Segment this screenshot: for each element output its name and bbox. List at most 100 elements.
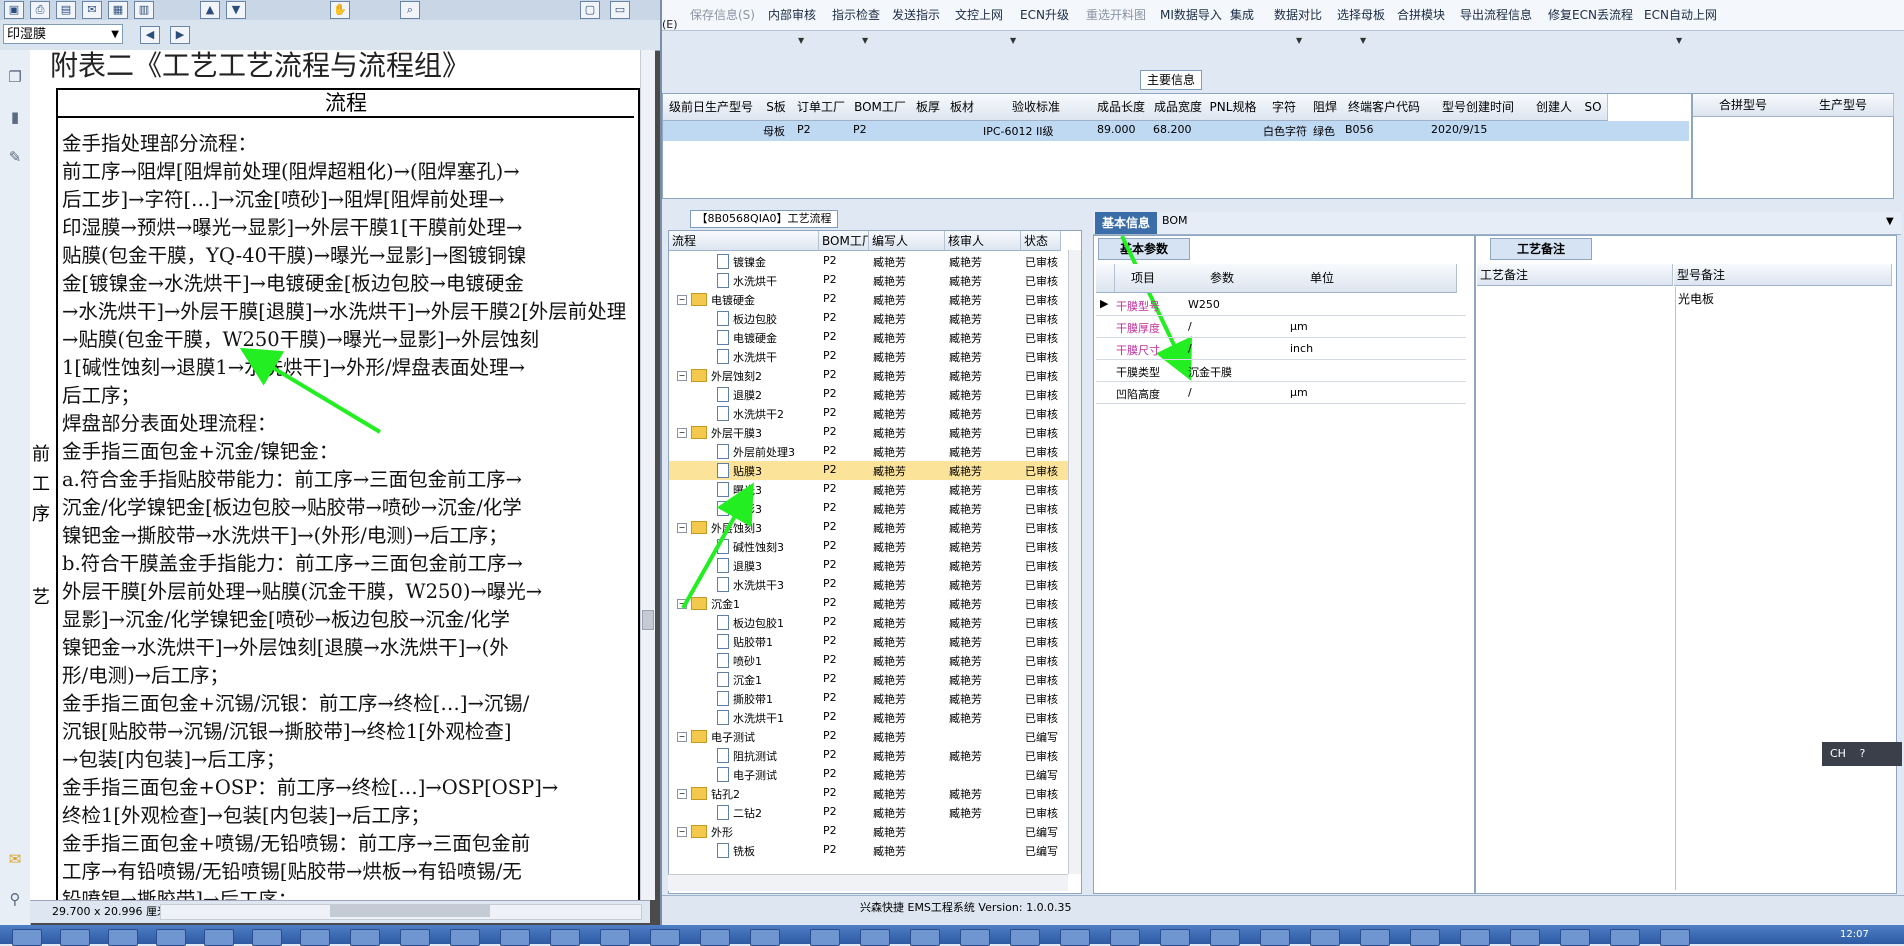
chevron-down-icon[interactable]: ▼ bbox=[1010, 36, 1016, 45]
menu-item[interactable]: ECN升级 bbox=[1020, 6, 1069, 23]
print-icon[interactable]: ⎙ bbox=[30, 1, 50, 19]
chevron-down-icon[interactable]: ▼ bbox=[1360, 36, 1366, 45]
main-grid-header[interactable]: 阻焊 bbox=[1309, 94, 1342, 121]
tree-row[interactable]: − 外形 P2 臧艳芳 已编写 bbox=[669, 822, 1069, 841]
taskbar-app-button[interactable] bbox=[960, 929, 990, 946]
menu-item[interactable]: 指示检查 bbox=[832, 6, 880, 23]
menu-item[interactable]: 导出流程信息 bbox=[1460, 6, 1532, 23]
param-value[interactable]: / bbox=[1188, 386, 1192, 399]
tree-header[interactable]: 核审人 bbox=[945, 231, 1021, 251]
taskbar-app-button[interactable] bbox=[810, 929, 840, 946]
ime-toolbar[interactable]: CH ? bbox=[1822, 742, 1902, 766]
tree-row[interactable]: 显影3 P2 臧艳芳 臧艳芳 已审核 bbox=[669, 499, 1069, 518]
tree-row[interactable]: − 沉金1 P2 臧艳芳 臧艳芳 已审核 bbox=[669, 594, 1069, 613]
taskbar-app-button[interactable] bbox=[450, 929, 480, 946]
param-row[interactable]: 凹陷高度 / μm bbox=[1096, 382, 1466, 404]
chevron-down-icon[interactable]: ▼ bbox=[862, 36, 868, 45]
menu-item[interactable]: MI数据导入 bbox=[1160, 6, 1222, 23]
main-grid-cell[interactable]: 母板 bbox=[763, 123, 785, 139]
tab-bom[interactable]: BOM bbox=[1162, 214, 1188, 227]
expand-toggle-icon[interactable]: − bbox=[677, 732, 687, 742]
taskbar-app-button[interactable] bbox=[550, 929, 580, 946]
param-value[interactable]: 沉金干膜 bbox=[1188, 364, 1232, 380]
taskbar-app-button[interactable] bbox=[1410, 929, 1440, 946]
expand-toggle-icon[interactable]: − bbox=[677, 599, 687, 609]
taskbar-app-button[interactable] bbox=[1010, 929, 1040, 946]
tree-row[interactable]: 水洗烘干 P2 臧艳芳 臧艳芳 已审核 bbox=[669, 271, 1069, 290]
param-value[interactable]: / bbox=[1188, 320, 1192, 333]
taskbar-app-button[interactable] bbox=[1360, 929, 1390, 946]
menu-item[interactable]: 发送指示 bbox=[892, 6, 940, 23]
main-grid-header[interactable]: 成品长度 bbox=[1093, 94, 1150, 121]
hand-tool-icon[interactable]: ✋ bbox=[330, 1, 350, 19]
expand-toggle-icon[interactable]: − bbox=[677, 827, 687, 837]
tree-row[interactable]: 水洗烘干2 P2 臧艳芳 臧艳芳 已审核 bbox=[669, 404, 1069, 423]
attachment-icon[interactable]: ⚲ bbox=[6, 890, 24, 908]
tree-row[interactable]: 贴膜3 P2 臧艳芳 臧艳芳 已审核 bbox=[669, 461, 1069, 480]
comments-icon[interactable]: ✉ bbox=[6, 850, 24, 868]
main-grid-header[interactable]: 验收标准 bbox=[979, 94, 1094, 121]
taskbar-app-button[interactable] bbox=[300, 929, 330, 946]
main-grid-header[interactable]: 型号创建时间 bbox=[1427, 94, 1530, 121]
param-header[interactable]: 参数 bbox=[1172, 264, 1273, 293]
main-grid-header[interactable]: S板 bbox=[759, 94, 794, 121]
tree-row[interactable]: − 钻孔2 P2 臧艳芳 臧艳芳 已审核 bbox=[669, 784, 1069, 803]
main-grid-header[interactable]: BOM工厂 bbox=[849, 94, 912, 121]
taskbar-app-button[interactable] bbox=[204, 929, 234, 946]
param-header[interactable]: 单位 bbox=[1272, 264, 1373, 293]
tree-header[interactable]: 编写人 bbox=[869, 231, 945, 251]
tree-row[interactable]: 铣板 P2 臧艳芳 已编写 bbox=[669, 841, 1069, 860]
tree-row[interactable]: 外层前处理3 P2 臧艳芳 臧艳芳 已审核 bbox=[669, 442, 1069, 461]
tree-row[interactable]: 撕胶带1 P2 臧艳芳 臧艳芳 已审核 bbox=[669, 689, 1069, 708]
bookmark-select[interactable]: 印湿膜 ▼ bbox=[3, 24, 123, 44]
taskbar-app-button[interactable] bbox=[1260, 929, 1290, 946]
save-icon[interactable]: ▤ bbox=[56, 1, 76, 19]
down-arrow-icon[interactable]: ▼ bbox=[226, 1, 246, 19]
taskbar-app-button[interactable] bbox=[12, 929, 42, 946]
tree-vertical-scrollbar[interactable] bbox=[1068, 250, 1081, 874]
tree-row[interactable]: 阻抗测试 P2 臧艳芳 臧艳芳 已审核 bbox=[669, 746, 1069, 765]
fit-width-icon[interactable]: ▭ bbox=[610, 1, 630, 19]
chevron-down-icon[interactable]: ▼ bbox=[1886, 216, 1894, 227]
tab-process-notes[interactable]: 工艺备注 bbox=[1490, 238, 1592, 260]
tree-row[interactable]: − 电子测试 P2 臧艳芳 已编写 bbox=[669, 727, 1069, 746]
main-grid-cell[interactable]: 白色字符 bbox=[1263, 123, 1307, 139]
model-note-value[interactable]: 光电板 bbox=[1678, 290, 1714, 307]
taskbar-app-button[interactable] bbox=[108, 929, 138, 946]
tree-row[interactable]: − 电镀硬金 P2 臧艳芳 臧艳芳 已审核 bbox=[669, 290, 1069, 309]
main-grid-cell[interactable]: IPC-6012 II级 bbox=[983, 123, 1054, 139]
tree-row[interactable]: − 外层蚀刻2 P2 臧艳芳 臧艳芳 已审核 bbox=[669, 366, 1069, 385]
main-grid-cell[interactable]: 2020/9/15 bbox=[1431, 123, 1487, 136]
taskbar-app-button[interactable] bbox=[1510, 929, 1540, 946]
pdf-scroll-thumb[interactable] bbox=[642, 610, 654, 630]
tree-row[interactable]: 曝光3 P2 臧艳芳 臧艳芳 已审核 bbox=[669, 480, 1069, 499]
taskbar-app-button[interactable] bbox=[1560, 929, 1590, 946]
up-arrow-icon[interactable]: ▲ bbox=[200, 1, 220, 19]
expand-toggle-icon[interactable]: − bbox=[677, 789, 687, 799]
signatures-icon[interactable]: ✎ bbox=[6, 148, 24, 166]
tree-header[interactable]: 流程 bbox=[669, 231, 819, 251]
param-value[interactable]: W250 bbox=[1188, 298, 1220, 311]
tree-row[interactable]: 贴胶带1 P2 臧艳芳 臧艳芳 已审核 bbox=[669, 632, 1069, 651]
tree-row[interactable]: − 外层蚀刻3 P2 臧艳芳 臧艳芳 已审核 bbox=[669, 518, 1069, 537]
tree-row[interactable]: 电镀硬金 P2 臧艳芳 臧艳芳 已审核 bbox=[669, 328, 1069, 347]
previous-view-icon[interactable]: ◀ bbox=[140, 26, 160, 44]
taskbar-app-button[interactable] bbox=[252, 929, 282, 946]
tree-row[interactable]: 沉金1 P2 臧艳芳 臧艳芳 已审核 bbox=[669, 670, 1069, 689]
taskbar-app-button[interactable] bbox=[650, 929, 680, 946]
taskbar-app-button[interactable] bbox=[1610, 929, 1640, 946]
taskbar-app-button[interactable] bbox=[60, 929, 90, 946]
chevron-down-icon[interactable]: ▼ bbox=[798, 36, 804, 45]
menu-item[interactable]: 内部审核 bbox=[768, 6, 816, 23]
expand-toggle-icon[interactable]: − bbox=[677, 523, 687, 533]
tab-basic-info[interactable]: 基本信息 bbox=[1095, 212, 1157, 234]
tree-row[interactable]: 镀镍金 P2 臧艳芳 臧艳芳 已审核 bbox=[669, 252, 1069, 271]
main-grid-header[interactable]: PNL规格 bbox=[1207, 94, 1260, 121]
main-grid-cell[interactable]: 绿色 bbox=[1313, 123, 1335, 139]
menu-item[interactable]: 修复ECN丢流程 bbox=[1548, 6, 1633, 23]
main-grid-header[interactable]: SO bbox=[1579, 94, 1608, 121]
taskbar-app-button[interactable] bbox=[910, 929, 940, 946]
tree-row[interactable]: − 外层干膜3 P2 臧艳芳 臧艳芳 已审核 bbox=[669, 423, 1069, 442]
main-grid-header[interactable]: 板厚 bbox=[911, 94, 946, 121]
tree-row[interactable]: 板边包胶1 P2 臧艳芳 臧艳芳 已审核 bbox=[669, 613, 1069, 632]
